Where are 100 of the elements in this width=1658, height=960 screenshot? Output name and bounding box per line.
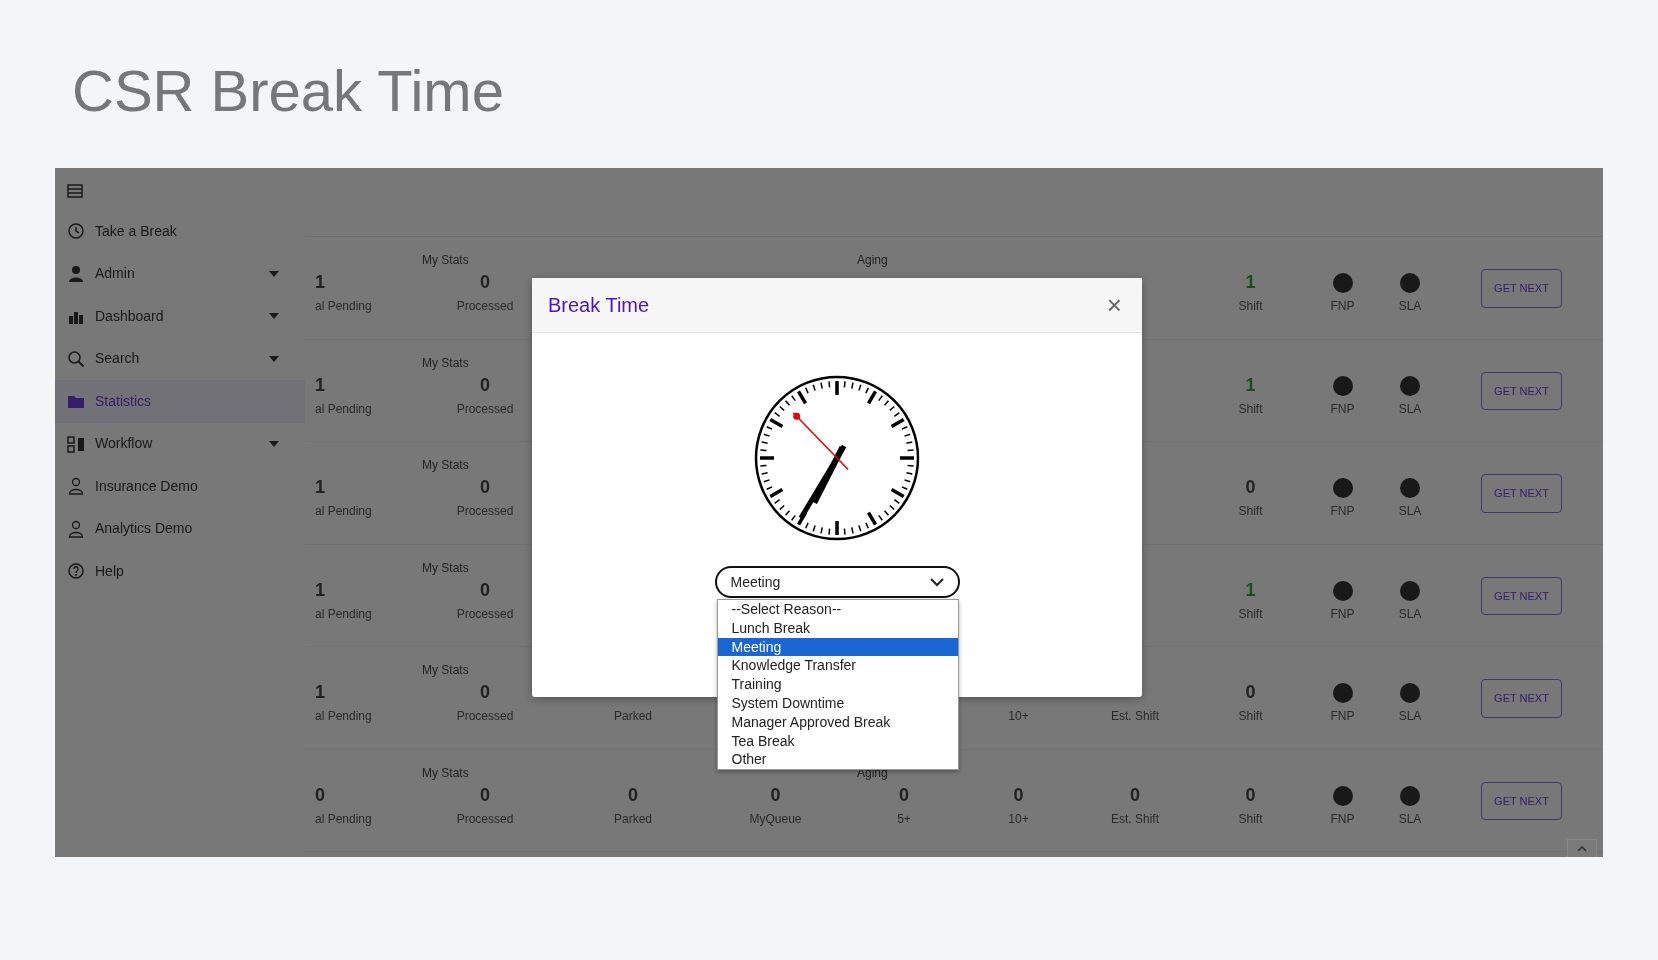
status-label: SLA [1397, 298, 1423, 315]
status-dot [1332, 683, 1353, 703]
status-dot [1400, 478, 1420, 498]
status-dot [1400, 683, 1420, 703]
dropdown-option[interactable]: Manager Approved Break [717, 712, 958, 732]
sidebar-item[interactable]: Analytics Demo [55, 507, 305, 550]
status-label: SLA [1397, 503, 1423, 520]
stat-value: 0 [479, 373, 491, 397]
get-next-button[interactable]: GET NEXT [1481, 269, 1562, 308]
stat-value: 1 [314, 476, 326, 499]
sidebar-item[interactable]: Statistics [55, 380, 305, 423]
stat-value: 0 [627, 783, 639, 807]
sidebar-item[interactable]: Dashboard [55, 295, 305, 338]
dropdown-option[interactable]: Meeting [717, 637, 958, 657]
sidebar-item[interactable]: Insurance Demo [55, 465, 305, 508]
stat-label: al Pending [314, 503, 373, 520]
dropdown-option[interactable]: Knowledge Transfer [717, 656, 958, 676]
stat-value: 0 [769, 783, 782, 807]
person-icon [67, 264, 85, 283]
status-dot [1400, 375, 1420, 396]
status-label: SLA [1397, 605, 1423, 623]
group-heading: My Stats [421, 457, 470, 474]
stat-label: al Pending [314, 708, 373, 725]
group-heading: My Stats [421, 662, 470, 679]
status-dot [1332, 375, 1353, 396]
stat-label: al Pending [314, 605, 373, 623]
stat-label: 10+ [1007, 708, 1030, 725]
search-icon [67, 349, 85, 368]
status-dot [1400, 785, 1420, 806]
get-next-button[interactable]: GET NEXT [1481, 679, 1562, 718]
group-heading: My Stats [421, 764, 470, 782]
stat-value: 0 [479, 783, 491, 807]
status-label: FNP [1329, 503, 1356, 520]
stat-value: 1 [314, 578, 326, 602]
stat-value: 0 [898, 783, 910, 807]
dropdown-option[interactable]: Training [717, 675, 958, 694]
dropdown-option[interactable]: Lunch Break [717, 618, 958, 638]
scroll-top-button[interactable] [1567, 839, 1597, 857]
stat-value: 0 [1129, 783, 1141, 807]
stat-label: al Pending [314, 298, 373, 315]
group-heading: My Stats [421, 559, 470, 577]
sidebar-item[interactable]: Take a Break [55, 210, 305, 253]
status-dot [1400, 580, 1420, 601]
dropdown-option[interactable]: Other [717, 750, 958, 770]
status-label: SLA [1397, 810, 1423, 828]
help-icon [67, 562, 85, 581]
stat-value: 0 [479, 681, 491, 704]
stat-value: 0 [1012, 783, 1025, 807]
stat-label: Shift [1237, 708, 1264, 725]
stat-label: Processed [455, 605, 515, 623]
group-heading: My Stats [421, 354, 470, 372]
status-label: FNP [1329, 708, 1356, 725]
stat-label: Processed [455, 810, 515, 828]
reason-select[interactable]: Meeting [714, 566, 960, 598]
get-next-button[interactable]: GET NEXT [1481, 576, 1562, 615]
stat-label: Shift [1237, 400, 1264, 418]
get-next-button[interactable]: GET NEXT [1481, 474, 1562, 513]
sidebar-item[interactable]: Help [55, 550, 305, 593]
stat-value: 0 [1244, 681, 1257, 704]
status-label: FNP [1329, 605, 1356, 623]
stat-value: 0 [1244, 783, 1257, 807]
status-label: SLA [1397, 400, 1423, 418]
stat-value: 1 [314, 373, 326, 397]
stat-value: 0 [314, 783, 326, 807]
status-label: SLA [1397, 708, 1423, 725]
sidebar-item[interactable]: Admin [55, 252, 305, 295]
stat-label: Est. Shift [1110, 810, 1160, 828]
stat-value: 1 [1244, 271, 1257, 294]
clock-icon [67, 222, 85, 241]
close-button[interactable]: × [1102, 292, 1126, 318]
stat-label: Est. Shift [1110, 708, 1160, 725]
menu-icon [67, 184, 83, 198]
dropdown-option[interactable]: --Select Reason-- [717, 600, 958, 619]
stat-value: 0 [479, 578, 491, 602]
page-title: CSR Break Time [72, 62, 505, 120]
stat-label: Shift [1237, 298, 1264, 315]
stat-label: 10+ [1007, 810, 1030, 828]
status-dot [1332, 478, 1353, 498]
dialog-title: Break Time [548, 293, 650, 317]
stat-label: 5+ [896, 810, 912, 828]
get-next-button[interactable]: GET NEXT [1481, 371, 1562, 410]
status-dot [1332, 273, 1353, 293]
stat-label: Processed [455, 708, 515, 725]
sidebar-item[interactable]: Search [55, 337, 305, 380]
status-label: FNP [1329, 298, 1356, 315]
chevron-down-icon [929, 577, 944, 587]
stat-label: Processed [455, 503, 515, 520]
get-next-button[interactable]: GET NEXT [1481, 781, 1562, 820]
stat-label: Shift [1237, 605, 1264, 623]
dropdown-option[interactable]: System Downtime [717, 694, 958, 713]
group-heading: My Stats [421, 252, 470, 269]
dropdown-option[interactable]: Tea Break [717, 731, 958, 751]
stat-value: 1 [314, 271, 326, 294]
status-dot [1332, 785, 1353, 806]
stat-label: al Pending [314, 400, 373, 418]
user-icon [67, 477, 85, 496]
user-icon [67, 519, 85, 538]
stat-value: 0 [479, 476, 491, 499]
stat-label: Shift [1237, 810, 1264, 828]
stat-label: MyQueue [748, 810, 803, 828]
